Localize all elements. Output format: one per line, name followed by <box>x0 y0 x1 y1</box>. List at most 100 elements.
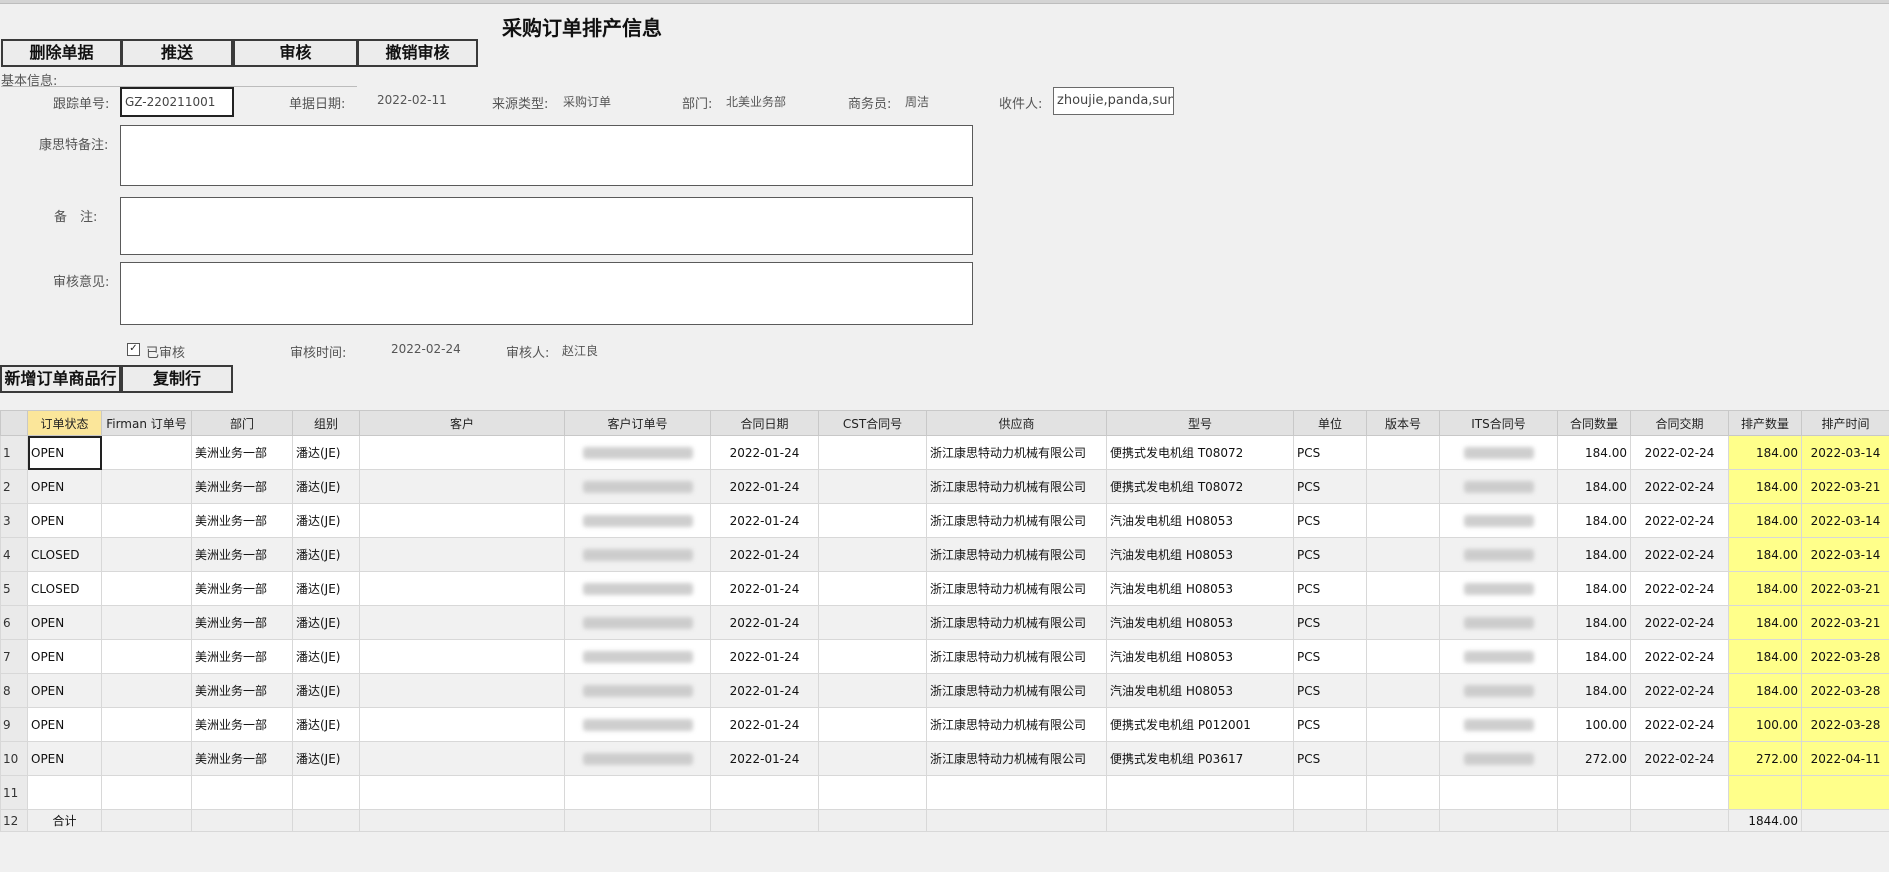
cell-delivery[interactable]: 2022-02-24 <box>1630 435 1729 470</box>
cell-firman-order[interactable] <box>101 435 192 470</box>
cell-unit[interactable]: PCS <box>1293 435 1367 470</box>
cell-version[interactable] <box>1366 605 1440 640</box>
cell-customer-order[interactable] <box>564 571 711 606</box>
cell-group[interactable]: 潘达(JE) <box>292 469 360 504</box>
cell-firman-order[interactable] <box>101 469 192 504</box>
cell-dept[interactable]: 美洲业务一部 <box>191 537 293 572</box>
cst-remark-textarea[interactable] <box>120 125 973 186</box>
cell-plan-time[interactable]: 2022-03-21 <box>1801 605 1889 640</box>
cell-cst-contract[interactable] <box>818 469 927 504</box>
cell-empty[interactable] <box>1728 775 1802 810</box>
cell-version[interactable] <box>1366 707 1440 742</box>
audit-opinion-textarea[interactable] <box>120 262 973 325</box>
cell-unit[interactable]: PCS <box>1293 537 1367 572</box>
cell-dept[interactable]: 美洲业务一部 <box>191 469 293 504</box>
col-header-unit[interactable]: 单位 <box>1293 410 1367 436</box>
cell-empty[interactable] <box>1366 775 1440 810</box>
cell-model[interactable]: 便携式发电机组 T08072 <box>1106 435 1294 470</box>
receiver-field[interactable]: zhoujie,panda,sunx <box>1053 87 1174 115</box>
cell-customer[interactable] <box>359 503 565 538</box>
cell-dept[interactable]: 美洲业务一部 <box>191 605 293 640</box>
cell-plan-qty[interactable]: 184.00 <box>1728 673 1802 708</box>
cell-model[interactable]: 汽油发电机组 H08053 <box>1106 673 1294 708</box>
cell-firman-order[interactable] <box>101 571 192 606</box>
cell-its-contract[interactable] <box>1439 605 1558 640</box>
cell-status[interactable]: OPEN <box>27 673 102 708</box>
cell-empty[interactable] <box>101 775 192 810</box>
cell-model[interactable]: 汽油发电机组 H08053 <box>1106 571 1294 606</box>
cell-status[interactable]: OPEN <box>27 639 102 674</box>
cell-plan-time[interactable]: 2022-03-28 <box>1801 673 1889 708</box>
cell-customer[interactable] <box>359 605 565 640</box>
cell-delivery[interactable]: 2022-02-24 <box>1630 707 1729 742</box>
cell-model[interactable]: 便携式发电机组 P03617 <box>1106 741 1294 776</box>
cell-plan-time[interactable]: 2022-03-14 <box>1801 503 1889 538</box>
cell-supplier[interactable]: 浙江康思特动力机械有限公司 <box>926 435 1107 470</box>
cell-dept[interactable]: 美洲业务一部 <box>191 707 293 742</box>
cell-its-contract[interactable] <box>1439 571 1558 606</box>
cell-delivery[interactable]: 2022-02-24 <box>1630 673 1729 708</box>
delete-document-button[interactable]: 删除单据 <box>1 39 122 67</box>
cell-contract-date[interactable]: 2022-01-24 <box>710 605 819 640</box>
cell-contract-qty[interactable]: 184.00 <box>1557 503 1631 538</box>
cell-version[interactable] <box>1366 673 1440 708</box>
cell-unit[interactable]: PCS <box>1293 469 1367 504</box>
table-row[interactable]: 9 OPEN 美洲业务一部 潘达(JE) 2022-01-24 浙江康思特动力机械有限公司… <box>0 707 1889 742</box>
col-header-dept[interactable]: 部门 <box>191 410 293 436</box>
cell-model[interactable]: 汽油发电机组 H08053 <box>1106 537 1294 572</box>
cell-empty[interactable] <box>1439 775 1558 810</box>
cell-delivery[interactable]: 2022-02-24 <box>1630 469 1729 504</box>
cell-group[interactable]: 潘达(JE) <box>292 639 360 674</box>
cell-supplier[interactable]: 浙江康思特动力机械有限公司 <box>926 469 1107 504</box>
cell-delivery[interactable]: 2022-02-24 <box>1630 741 1729 776</box>
cell-empty[interactable] <box>292 775 360 810</box>
cell-plan-time[interactable]: 2022-03-21 <box>1801 469 1889 504</box>
cell-unit[interactable]: PCS <box>1293 571 1367 606</box>
col-header-plan-qty[interactable]: 排产数量 <box>1728 410 1802 436</box>
cell-model[interactable]: 便携式发电机组 T08072 <box>1106 469 1294 504</box>
cell-unit[interactable]: PCS <box>1293 673 1367 708</box>
cell-empty[interactable] <box>818 775 927 810</box>
cell-contract-date[interactable]: 2022-01-24 <box>710 503 819 538</box>
cell-empty[interactable] <box>710 775 819 810</box>
cell-group[interactable]: 潘达(JE) <box>292 503 360 538</box>
cell-firman-order[interactable] <box>101 707 192 742</box>
cell-customer-order[interactable] <box>564 605 711 640</box>
cell-supplier[interactable]: 浙江康思特动力机械有限公司 <box>926 503 1107 538</box>
table-row[interactable]: 4 CLOSED 美洲业务一部 潘达(JE) 2022-01-24 浙江康思特动力机械有限… <box>0 537 1889 572</box>
cell-empty[interactable] <box>926 775 1107 810</box>
col-header-cst-contract[interactable]: CST合同号 <box>818 410 927 436</box>
cell-dept[interactable]: 美洲业务一部 <box>191 571 293 606</box>
cell-status[interactable]: OPEN <box>27 741 102 776</box>
cell-its-contract[interactable] <box>1439 503 1558 538</box>
cell-contract-date[interactable]: 2022-01-24 <box>710 469 819 504</box>
cell-plan-qty[interactable]: 184.00 <box>1728 537 1802 572</box>
cell-delivery[interactable]: 2022-02-24 <box>1630 537 1729 572</box>
cell-cst-contract[interactable] <box>818 707 927 742</box>
cell-customer[interactable] <box>359 571 565 606</box>
col-header-model[interactable]: 型号 <box>1106 410 1294 436</box>
cell-empty[interactable] <box>1293 775 1367 810</box>
table-row[interactable]: 5 CLOSED 美洲业务一部 潘达(JE) 2022-01-24 浙江康思特动力机械有限… <box>0 571 1889 606</box>
cell-status[interactable]: OPEN <box>27 469 102 504</box>
cell-empty[interactable] <box>1630 775 1729 810</box>
cell-contract-qty[interactable]: 184.00 <box>1557 673 1631 708</box>
cell-supplier[interactable]: 浙江康思特动力机械有限公司 <box>926 537 1107 572</box>
cell-contract-qty[interactable]: 184.00 <box>1557 639 1631 674</box>
cell-contract-qty[interactable]: 272.00 <box>1557 741 1631 776</box>
cell-unit[interactable]: PCS <box>1293 605 1367 640</box>
cell-version[interactable] <box>1366 537 1440 572</box>
cell-model[interactable]: 便携式发电机组 P012001 <box>1106 707 1294 742</box>
cell-contract-date[interactable]: 2022-01-24 <box>710 673 819 708</box>
audited-checkbox[interactable]: ✓ <box>127 343 140 356</box>
cell-delivery[interactable]: 2022-02-24 <box>1630 639 1729 674</box>
cell-cst-contract[interactable] <box>818 673 927 708</box>
table-row[interactable]: 6 OPEN 美洲业务一部 潘达(JE) 2022-01-24 浙江康思特动力机械有限公司… <box>0 605 1889 640</box>
col-header-plan-time[interactable]: 排产时间 <box>1801 410 1889 436</box>
cell-plan-time[interactable]: 2022-04-11 <box>1801 741 1889 776</box>
cell-cst-contract[interactable] <box>818 435 927 470</box>
cell-dept[interactable]: 美洲业务一部 <box>191 741 293 776</box>
col-header-version[interactable]: 版本号 <box>1366 410 1440 436</box>
cell-its-contract[interactable] <box>1439 741 1558 776</box>
cell-empty[interactable] <box>1801 775 1889 810</box>
